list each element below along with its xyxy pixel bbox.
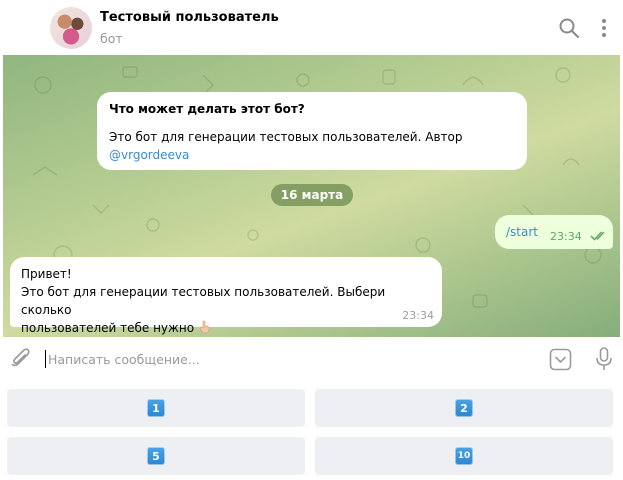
chat-header: Тестовый пользователь бот xyxy=(0,0,623,55)
chat-title[interactable]: Тестовый пользователь xyxy=(100,10,279,25)
chat-subtitle: бот xyxy=(100,31,123,46)
bot-keyboard-toggle-icon[interactable] xyxy=(549,348,572,371)
keycap-10-icon: 10 xyxy=(455,447,473,465)
bot-avatar[interactable] xyxy=(50,7,92,49)
incoming-message[interactable]: Привет! Это бот для генерации тестовых п… xyxy=(10,257,442,335)
text-cursor xyxy=(45,350,46,368)
bot-info-title: Что может делать этот бот? xyxy=(109,102,305,116)
chat-messages-area[interactable]: Что может делать этот бот? Это бот для г… xyxy=(3,55,620,337)
date-separator: 16 марта xyxy=(271,184,353,206)
bot-info-card: Что может делать этот бот? Это бот для г… xyxy=(97,92,527,170)
author-link[interactable]: @vrgordeeva xyxy=(109,148,189,162)
bot-info-description: Это бот для генерации тестовых пользоват… xyxy=(109,130,463,144)
bot-info-text: Это бот для генерации тестовых пользоват… xyxy=(109,128,515,164)
keycap-5-icon: 5 xyxy=(147,447,165,465)
reply-button-2[interactable]: 2 xyxy=(315,389,613,427)
reply-button-10[interactable]: 10 xyxy=(315,437,613,475)
microphone-icon[interactable] xyxy=(594,347,614,372)
kebab-menu-icon[interactable] xyxy=(594,17,614,39)
point-down-hand-icon xyxy=(199,320,210,334)
incoming-message-text: Привет! Это бот для генерации тестовых п… xyxy=(21,265,431,337)
incoming-line-3: пользователей тебе нужно xyxy=(21,321,195,335)
search-icon[interactable] xyxy=(558,17,580,39)
paperclip-icon[interactable] xyxy=(10,348,32,370)
reply-button-1[interactable]: 1 xyxy=(7,389,305,427)
outgoing-message[interactable]: /start 23:34 xyxy=(495,215,613,249)
message-composer xyxy=(0,337,623,382)
incoming-line-2: Это бот для генерации тестовых пользоват… xyxy=(21,285,386,317)
double-check-icon xyxy=(590,231,605,241)
incoming-message-time: 23:34 xyxy=(402,309,434,322)
incoming-line-1: Привет! xyxy=(21,267,72,281)
outgoing-message-text[interactable]: /start xyxy=(506,225,538,239)
keycap-1-icon: 1 xyxy=(147,399,165,417)
reply-button-5[interactable]: 5 xyxy=(7,437,305,475)
outgoing-message-time: 23:34 xyxy=(550,230,582,243)
message-input[interactable] xyxy=(48,349,528,369)
keycap-2-icon: 2 xyxy=(455,399,473,417)
